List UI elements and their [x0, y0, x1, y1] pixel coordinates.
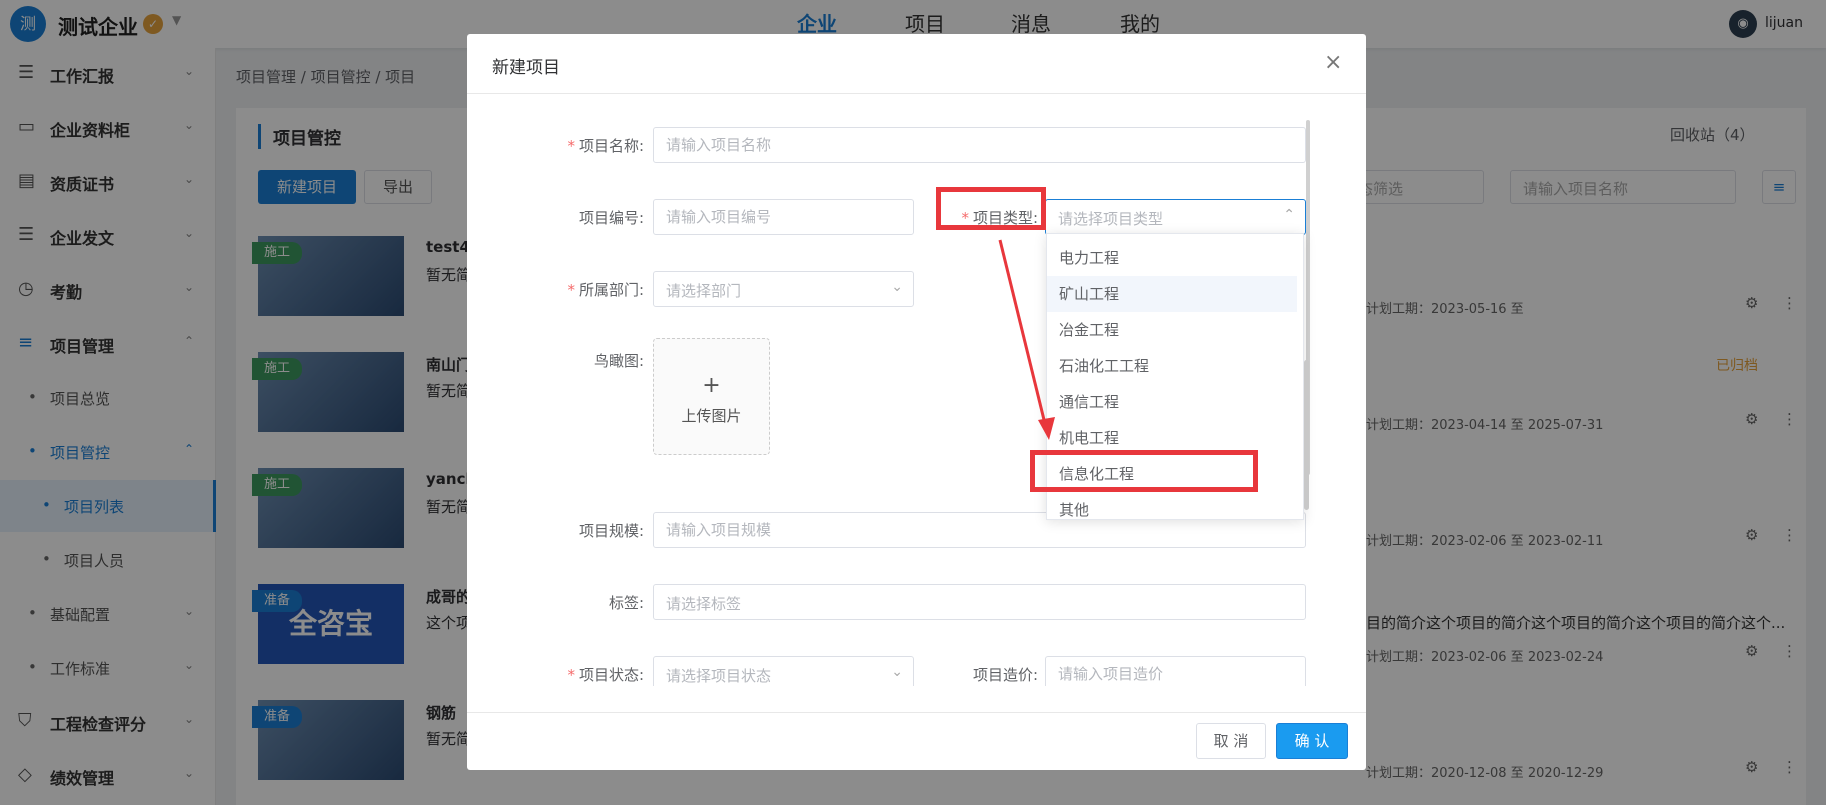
annotation-arrow [998, 239, 1055, 440]
